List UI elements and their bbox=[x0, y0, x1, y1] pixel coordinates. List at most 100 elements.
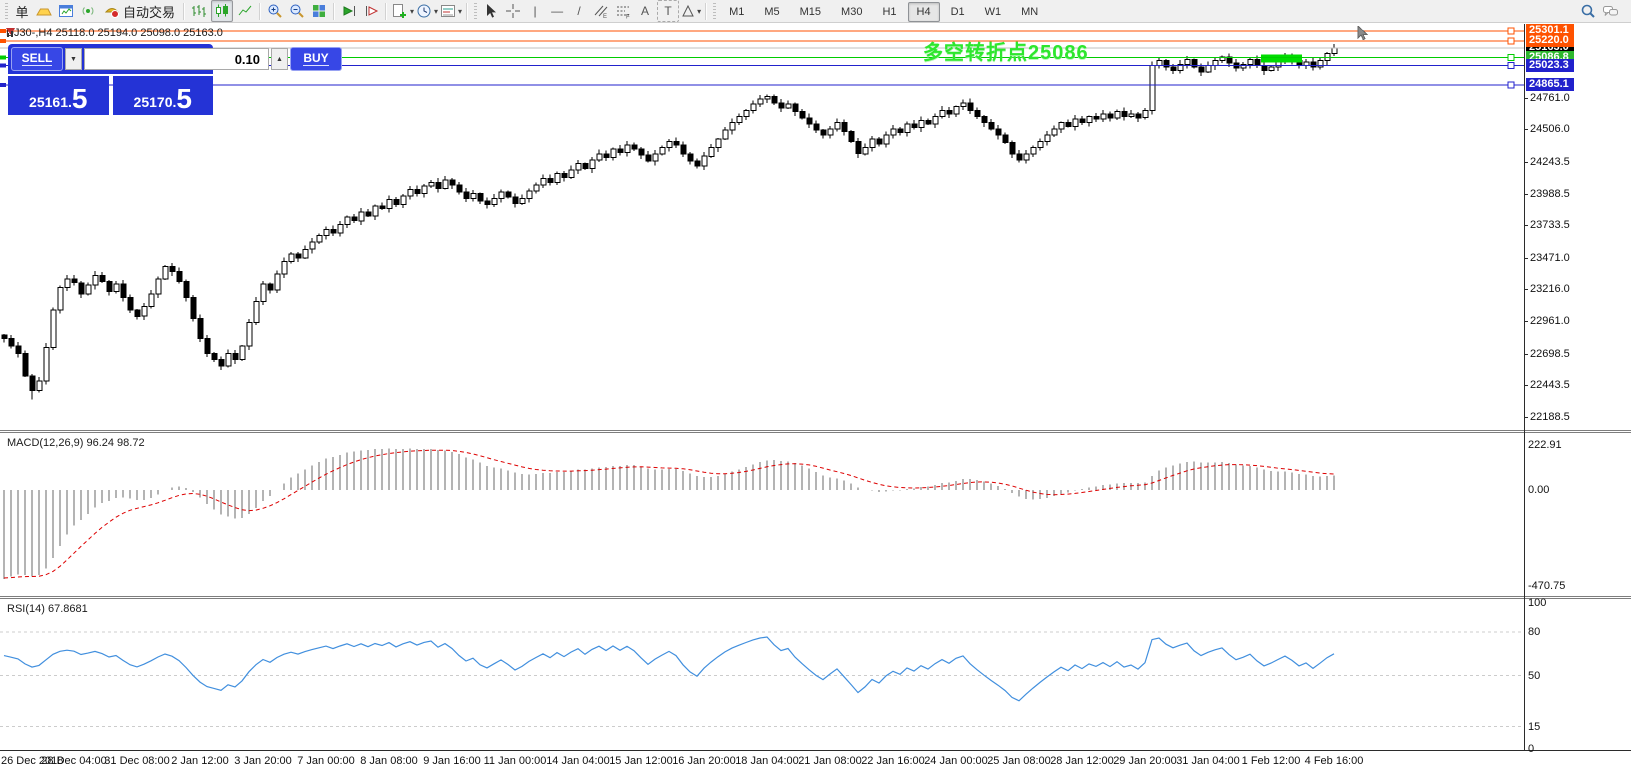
orders-button[interactable]: 单 bbox=[12, 1, 32, 21]
time-label: 9 Jan 16:00 bbox=[423, 755, 481, 767]
cursor-icon bbox=[483, 3, 499, 19]
search-icon bbox=[1580, 3, 1596, 19]
price-pane[interactable]: DJ30-,H4 25118.0 25194.0 25098.0 25163.0… bbox=[0, 24, 1524, 431]
toolbar-drag-handle[interactable] bbox=[5, 3, 8, 19]
time-axis[interactable]: 26 Dec 201828 Dec 04:0031 Dec 08:002 Jan… bbox=[0, 750, 1631, 772]
trendline-tool-button[interactable]: / bbox=[569, 1, 589, 21]
text-tool-button[interactable]: A bbox=[635, 1, 655, 21]
buy-button[interactable]: BUY bbox=[290, 47, 342, 71]
time-label: 3 Jan 20:00 bbox=[234, 755, 292, 767]
macd-tick-label: 0.00 bbox=[1528, 484, 1549, 496]
price-axis[interactable]: 24761.024506.024243.523988.523733.523471… bbox=[1524, 24, 1631, 772]
highlight-rectangle[interactable] bbox=[1261, 54, 1302, 62]
fibonacci-tool-button[interactable]: F bbox=[613, 1, 633, 21]
time-label: 29 Jan 20:00 bbox=[1113, 755, 1177, 767]
autotrade-label: 自动交易 bbox=[123, 2, 175, 21]
line-left-marker bbox=[0, 55, 6, 59]
autotrade-button[interactable]: 自动交易 bbox=[100, 1, 179, 21]
price-tick-label: 24506.0 bbox=[1524, 123, 1570, 135]
cursor-tool-button[interactable] bbox=[481, 1, 501, 21]
timeframe-h4-button[interactable]: H4 bbox=[908, 2, 940, 22]
zoom-in-button[interactable] bbox=[265, 1, 285, 21]
bar-chart-icon bbox=[191, 3, 207, 19]
crosshair-tool-button[interactable] bbox=[503, 1, 523, 21]
search-button[interactable] bbox=[1578, 1, 1598, 21]
price-tick-label: 22698.5 bbox=[1524, 348, 1570, 360]
time-label: 24 Jan 00:00 bbox=[924, 755, 988, 767]
time-label: 28 Jan 12:00 bbox=[1050, 755, 1114, 767]
svg-text:E: E bbox=[603, 14, 607, 19]
toolbar-right-icons bbox=[1577, 1, 1621, 21]
toolbar-drag-handle[interactable] bbox=[713, 3, 716, 19]
sell-price-int: 25161 bbox=[29, 92, 68, 112]
svg-text:F: F bbox=[626, 15, 630, 20]
price-tick-label: 24243.5 bbox=[1524, 156, 1570, 168]
timeframe-m15-button[interactable]: M15 bbox=[791, 2, 830, 22]
signals-button[interactable] bbox=[78, 1, 98, 21]
auto-scroll-button[interactable] bbox=[339, 1, 359, 21]
text-label-tool-button[interactable]: T bbox=[657, 0, 679, 22]
time-label: 22 Jan 16:00 bbox=[861, 755, 925, 767]
timeframe-m5-button[interactable]: M5 bbox=[755, 2, 788, 22]
time-label: 28 Dec 04:00 bbox=[41, 755, 106, 767]
time-label: 31 Dec 08:00 bbox=[104, 755, 169, 767]
timeframe-mn-button[interactable]: MN bbox=[1012, 2, 1047, 22]
macd-pane[interactable]: MACD(12,26,9) 96.24 98.72 bbox=[0, 433, 1524, 597]
autotrade-icon bbox=[104, 4, 120, 19]
lot-increase-button[interactable]: ▲ bbox=[271, 48, 288, 70]
time-label: 15 Jan 12:00 bbox=[609, 755, 673, 767]
price-tick-label: 23216.0 bbox=[1524, 283, 1570, 295]
zoom-out-icon bbox=[289, 3, 305, 19]
bar-chart-button[interactable] bbox=[189, 1, 209, 21]
equidistant-channel-button[interactable]: E bbox=[591, 1, 611, 21]
new-order-button[interactable] bbox=[34, 1, 54, 21]
vertical-line-tool-button[interactable]: | bbox=[525, 1, 545, 21]
add-indicator-button[interactable]: ▾ bbox=[391, 1, 414, 21]
horizontal-line-icon: — bbox=[551, 4, 563, 18]
annotation-text[interactable]: 多空转折点25086 bbox=[923, 36, 1089, 65]
chart-window-button[interactable] bbox=[56, 1, 76, 21]
arrows-tool-button[interactable]: ▾ bbox=[681, 1, 701, 21]
time-label: 11 Jan 00:00 bbox=[484, 755, 547, 767]
timeframe-h1-button[interactable]: H1 bbox=[873, 2, 905, 22]
timeframe-w1-button[interactable]: W1 bbox=[976, 2, 1011, 22]
price-tick-label: 23471.0 bbox=[1524, 252, 1570, 264]
buy-price-box[interactable]: 25170.5 bbox=[113, 76, 214, 115]
toolbar-separator bbox=[385, 3, 387, 20]
line-handle bbox=[1508, 82, 1514, 88]
macd-label: MACD(12,26,9) 96.24 98.72 bbox=[7, 437, 145, 449]
sell-price-box[interactable]: 25161.5 bbox=[8, 76, 109, 115]
time-label: 14 Jan 04:00 bbox=[546, 755, 610, 767]
rsi-tick-label: 100 bbox=[1528, 597, 1546, 609]
gold-ingot-icon bbox=[36, 4, 52, 19]
horizontal-line-tool-button[interactable]: — bbox=[547, 1, 567, 21]
timeframe-d1-button[interactable]: D1 bbox=[942, 2, 974, 22]
trade-panel-top-row: SELL ▼ ▲ BUY bbox=[8, 44, 213, 74]
lot-size-input[interactable] bbox=[84, 48, 269, 70]
fibonacci-icon: F bbox=[615, 3, 631, 19]
template-button[interactable]: ▾ bbox=[440, 1, 462, 21]
chart-shift-button[interactable] bbox=[361, 1, 381, 21]
buy-price-int: 25170 bbox=[134, 92, 173, 112]
mt4-window: 单 自动交易 ▾ ▾ ▾ | — / E F A T ▾ bbox=[0, 0, 1631, 772]
chart-area: DJ30-,H4 25118.0 25194.0 25098.0 25163.0… bbox=[0, 24, 1631, 772]
rsi-pane[interactable]: RSI(14) 67.8681 bbox=[0, 599, 1524, 750]
chat-button[interactable] bbox=[1600, 1, 1620, 21]
time-label: 21 Jan 08:00 bbox=[798, 755, 862, 767]
sell-button[interactable]: SELL bbox=[11, 47, 63, 71]
chart-title-text: DJ30-,H4 25118.0 25194.0 25098.0 25163.0 bbox=[6, 27, 223, 39]
price-level-label: 24865.1 bbox=[1526, 78, 1574, 91]
line-left-marker bbox=[0, 63, 6, 67]
timeframe-m30-button[interactable]: M30 bbox=[832, 2, 871, 22]
zoom-out-button[interactable] bbox=[287, 1, 307, 21]
timeframe-menu-button[interactable]: ▾ bbox=[416, 1, 438, 21]
line-chart-button[interactable] bbox=[235, 1, 255, 21]
crosshair-icon bbox=[505, 3, 521, 19]
macd-tick-label: 222.91 bbox=[1528, 439, 1562, 451]
lot-decrease-button[interactable]: ▼ bbox=[65, 48, 82, 70]
buy-price-frac: 5 bbox=[176, 86, 192, 112]
candlestick-chart-button[interactable] bbox=[211, 0, 233, 22]
timeframe-m1-button[interactable]: M1 bbox=[720, 2, 753, 22]
tile-windows-button[interactable] bbox=[309, 1, 329, 21]
toolbar-drag-handle[interactable] bbox=[474, 3, 477, 19]
